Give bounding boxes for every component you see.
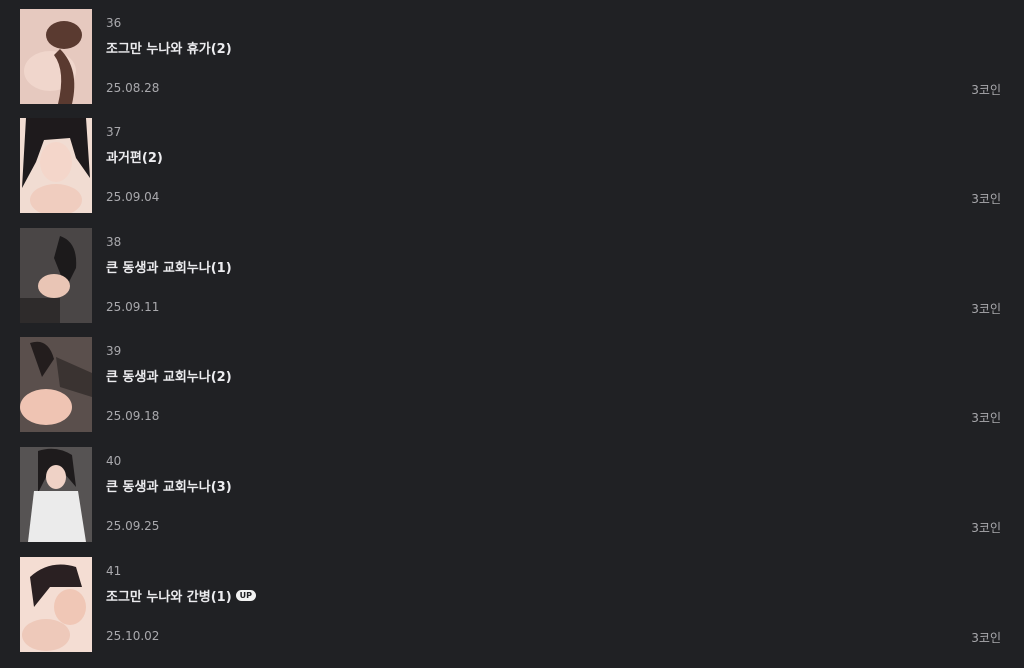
episode-price: 3코인: [971, 83, 1001, 97]
episode-list: 36 조그만 누나와 휴가(2) 25.08.28 3코인 37 과거편(2) …: [0, 0, 1024, 668]
episode-title: 큰 동생과 교회누나(3): [106, 480, 232, 495]
episode-date: 25.08.28: [106, 81, 160, 95]
episode-row[interactable]: 39 큰 동생과 교회누나(2) 25.09.18 3코인: [0, 328, 1024, 438]
episode-row[interactable]: 40 큰 동생과 교회누나(3) 25.09.25 3코인: [0, 438, 1024, 548]
episode-date: 25.10.02: [106, 629, 160, 643]
episode-row[interactable]: 37 과거편(2) 25.09.04 3코인: [0, 109, 1024, 219]
episode-title: 큰 동생과 교회누나(1): [106, 261, 232, 276]
episode-row[interactable]: 41 조그만 누나와 간병(1) UP 25.10.02 3코인: [0, 548, 1024, 658]
episode-price: 3코인: [971, 302, 1001, 316]
episode-price: 3코인: [971, 521, 1001, 535]
episode-price: 3코인: [971, 411, 1001, 425]
episode-date: 25.09.11: [106, 300, 160, 314]
episode-date: 25.09.04: [106, 190, 160, 204]
episode-number: 40: [106, 454, 122, 468]
episode-price: 3코인: [971, 631, 1001, 645]
episode-number: 36: [106, 16, 122, 30]
episode-number: 41: [106, 564, 122, 578]
episode-date: 25.09.18: [106, 409, 160, 423]
episode-thumbnail: [20, 557, 92, 652]
episode-title: 과거편(2): [106, 151, 163, 166]
episode-number: 39: [106, 344, 122, 358]
episode-title: 큰 동생과 교회누나(2): [106, 370, 232, 385]
episode-title: 조그만 누나와 휴가(2): [106, 42, 232, 57]
up-badge: UP: [235, 590, 257, 601]
episode-thumbnail: [20, 337, 92, 432]
episode-thumbnail: [20, 118, 92, 213]
episode-row[interactable]: 38 큰 동생과 교회누나(1) 25.09.11 3코인: [0, 219, 1024, 329]
episode-thumbnail: [20, 9, 92, 104]
episode-number: 37: [106, 125, 122, 139]
episode-number: 38: [106, 235, 122, 249]
episode-date: 25.09.25: [106, 519, 160, 533]
episode-row[interactable]: 36 조그만 누나와 휴가(2) 25.08.28 3코인: [0, 0, 1024, 110]
episode-price: 3코인: [971, 192, 1001, 206]
episode-title: 조그만 누나와 간병(1) UP: [106, 586, 257, 605]
episode-thumbnail: [20, 228, 92, 323]
episode-thumbnail: [20, 447, 92, 542]
